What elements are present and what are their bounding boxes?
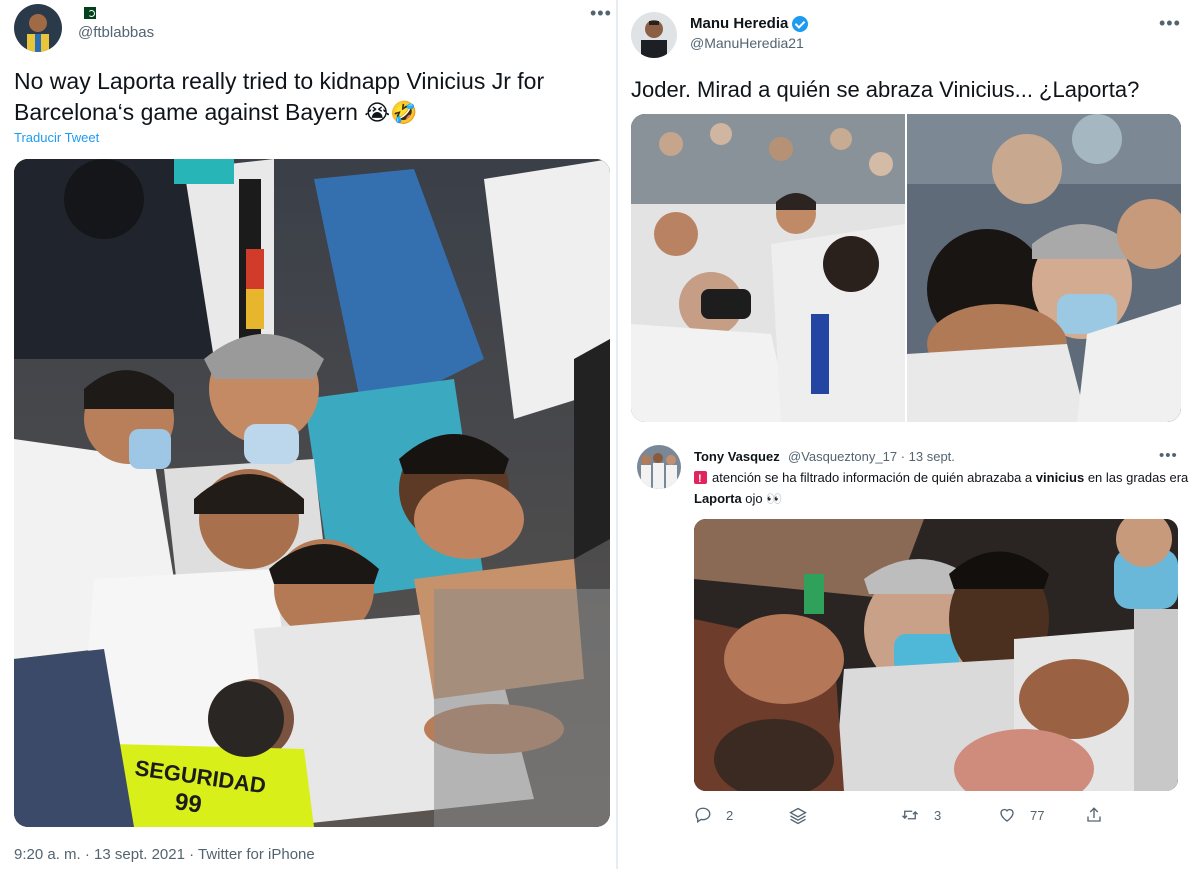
translate-tweet-link[interactable]: Traducir Tweet: [14, 130, 99, 145]
verified-badge-icon: [792, 16, 808, 32]
like-count: 77: [1030, 807, 1045, 823]
reply-button[interactable]: 2: [694, 806, 733, 824]
tweet-photo-right[interactable]: [907, 114, 1181, 422]
retweet-icon: [902, 810, 918, 820]
more-options-icon[interactable]: •••: [1159, 14, 1181, 32]
reply-icon: [695, 807, 711, 824]
tweet-text-line2: Barcelona‘s game against Bayern: [14, 99, 358, 125]
quote-text-bold: Laporta: [694, 491, 742, 506]
tweet-handle[interactable]: @ManuHeredia21: [690, 35, 804, 51]
retweet-count: 3: [934, 807, 942, 823]
pakistan-flag-icon: [80, 7, 96, 19]
tweet-photo-left[interactable]: [631, 114, 905, 422]
quote-text-part: en las gradas era: [1084, 470, 1189, 485]
tweet-handle[interactable]: @ftblabbas: [78, 24, 154, 41]
crowd-image-left: [631, 114, 905, 422]
crowd-image-right: [907, 114, 1181, 422]
quote-photo[interactable]: [694, 519, 1178, 791]
tony-vasquez-avatar[interactable]: [637, 445, 681, 489]
manu-heredia-avatar[interactable]: [631, 12, 677, 58]
right-tweet: Manu Heredia @ManuHeredia21 ••• Joder. M…: [618, 0, 1200, 869]
quote-more-options-icon[interactable]: •••: [1159, 448, 1178, 463]
heart-icon: [1000, 808, 1014, 822]
tweet-text-line1: No way Laporta really tried to kidnapp V…: [14, 68, 545, 94]
quote-text-bold: vinicius: [1035, 470, 1085, 485]
ftblabbas-avatar[interactable]: [14, 4, 62, 52]
left-tweet: @ftblabbas ••• No way Laporta really tri…: [0, 0, 616, 869]
stadium-crowd-image: SEGURIDAD 99: [14, 159, 610, 827]
quote-text-part: ojo 👀: [741, 491, 783, 506]
quote-text-part: atención se ha filtrado información de q…: [712, 470, 1036, 485]
tweet-timestamp[interactable]: 9:20 a. m. · 13 sept. 2021 · Twitter for…: [14, 846, 315, 863]
tweet-author-name[interactable]: Manu Heredia: [690, 15, 788, 32]
emoji-text: 😭🤣: [364, 100, 418, 125]
layers-icon: [789, 807, 807, 825]
reply-count: 2: [726, 807, 734, 823]
seguridad-vest-number: 99: [173, 788, 203, 818]
tweet-text: No way Laporta really tried to kidnapp V…: [14, 66, 604, 128]
share-icon: [1087, 807, 1101, 822]
tweet-text: Joder. Mirad a quién se abraza Vinicius.…: [631, 77, 1140, 102]
alert-icon: [694, 469, 707, 490]
quote-handle[interactable]: @Vasqueztony_17 · 13 sept.: [788, 449, 955, 464]
quote-author-name[interactable]: Tony Vasquez: [694, 449, 780, 464]
quote-text: atención se ha filtrado información de q…: [694, 467, 1194, 509]
retweet-button[interactable]: 3: [900, 806, 941, 824]
crowd-image-quote: [694, 519, 1178, 791]
share-button[interactable]: [1085, 806, 1103, 824]
threads-button[interactable]: [788, 806, 808, 826]
tweet-photo[interactable]: SEGURIDAD 99: [14, 159, 610, 827]
like-button[interactable]: 77: [998, 806, 1044, 824]
more-options-icon[interactable]: •••: [590, 4, 612, 22]
